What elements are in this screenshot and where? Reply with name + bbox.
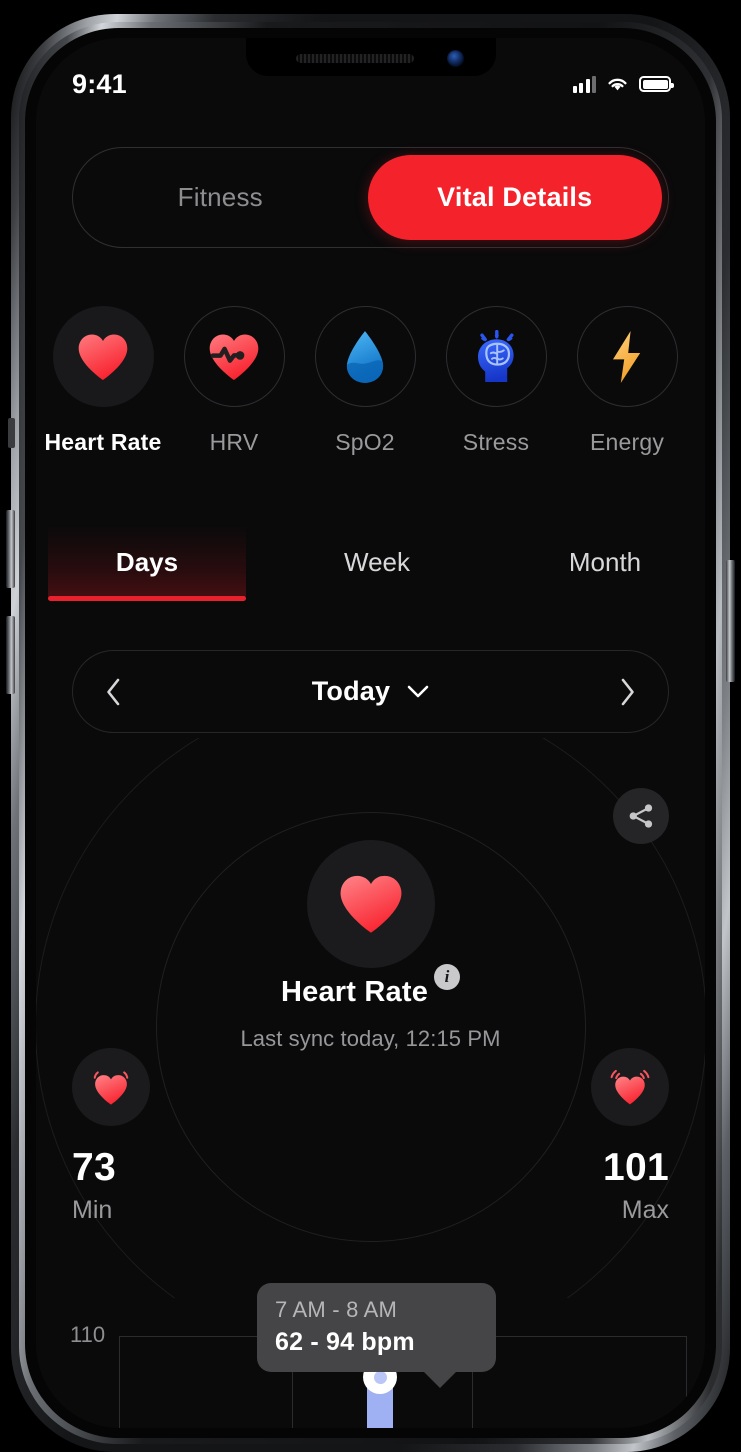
heart-max-icon: [610, 1069, 650, 1105]
metric-item-spo2[interactable]: SpO2: [298, 306, 432, 456]
phone-screen: 9:41 Fitness Vital Details Heart Rate HR…: [36, 38, 705, 1428]
tooltip-time-range: 7 AM - 8 AM: [275, 1297, 398, 1322]
tab-days[interactable]: Days: [48, 525, 246, 601]
metric-circle-hrv: [183, 306, 285, 407]
stat-max-icon-wrap: [591, 1048, 669, 1126]
date-navigator: Today: [72, 650, 669, 733]
tab-month[interactable]: Month: [506, 525, 704, 599]
toggle-option-fitness[interactable]: Fitness: [73, 148, 368, 247]
stat-max: 101 Max: [499, 1048, 669, 1225]
mute-switch-button[interactable]: [8, 418, 15, 448]
hero-title-row: Heart Rate i: [36, 964, 705, 1009]
battery-full-icon: [639, 76, 674, 92]
stat-max-value: 101: [603, 1146, 669, 1189]
screenshot-stage: 9:41 Fitness Vital Details Heart Rate HR…: [0, 0, 741, 1452]
tab-week[interactable]: Week: [278, 525, 476, 599]
app-root: 9:41 Fitness Vital Details Heart Rate HR…: [36, 38, 705, 1428]
date-label: Today: [311, 676, 391, 706]
info-icon[interactable]: i: [434, 964, 461, 990]
metric-label-heart-rate: Heart Rate: [44, 429, 162, 455]
lightning-bolt-icon: [613, 330, 641, 383]
metric-selector-row[interactable]: Heart Rate HRV SpO2 Stress Energy: [36, 306, 705, 506]
metric-label-stress: Stress: [462, 429, 530, 455]
front-camera-icon: [446, 50, 464, 67]
share-button[interactable]: [613, 788, 669, 844]
chevron-right-icon[interactable]: [619, 678, 636, 706]
metric-circle-energy: [576, 306, 678, 407]
chevron-left-icon[interactable]: [105, 678, 122, 706]
status-bar-time: 9:41: [72, 68, 127, 99]
hero-heart-icon-wrap: [306, 840, 435, 968]
metric-item-hrv[interactable]: HRV: [167, 306, 301, 456]
metric-label-spo2: SpO2: [335, 429, 395, 455]
vital-hero-card: Heart Rate i Last sync today, 12:15 PM 7…: [36, 738, 705, 1298]
metric-item-stress[interactable]: Stress: [429, 306, 563, 456]
volume-down-button[interactable]: [6, 616, 15, 694]
earpiece-speaker-icon: [295, 54, 414, 63]
heart-pulse-icon: [209, 334, 259, 380]
date-label-group[interactable]: Today: [312, 676, 430, 707]
metric-circle-stress: [445, 306, 547, 407]
metric-label-hrv: HRV: [209, 429, 259, 455]
metric-circle-heart-rate: [52, 306, 154, 407]
view-mode-toggle[interactable]: Fitness Vital Details: [72, 147, 669, 248]
cellular-signal-icon: [572, 75, 596, 93]
chart-tooltip: 7 AM - 8 AM 62 - 94 bpm: [257, 1283, 496, 1388]
notch: [245, 38, 496, 76]
tooltip-pointer: [423, 1371, 457, 1388]
power-button[interactable]: [726, 560, 735, 682]
stat-max-label: Max: [621, 1196, 669, 1224]
volume-up-button[interactable]: [6, 510, 15, 588]
toggle-option-vital-details[interactable]: Vital Details: [367, 155, 662, 240]
stat-min-label: Min: [72, 1196, 113, 1224]
metric-circle-spo2: [314, 306, 416, 407]
metric-item-heart-rate[interactable]: Heart Rate: [36, 306, 170, 456]
y-axis-tick-110: 110: [70, 1322, 106, 1347]
wifi-icon: [608, 78, 627, 91]
metric-item-energy[interactable]: Energy: [560, 306, 694, 456]
brain-head-icon: [478, 329, 514, 382]
heart-icon: [340, 875, 401, 933]
status-bar-indicators: [572, 75, 674, 93]
period-tab-bar[interactable]: Days Week Month: [36, 525, 705, 615]
page-title: Heart Rate: [280, 976, 429, 1008]
stat-min-icon-wrap: [72, 1048, 150, 1126]
stat-min: 73 Min: [72, 1048, 242, 1225]
chevron-down-icon[interactable]: [407, 685, 429, 698]
heart-min-icon: [93, 1071, 129, 1105]
stat-min-value: 73: [72, 1146, 116, 1189]
share-icon: [629, 804, 653, 828]
metric-label-energy: Energy: [589, 429, 665, 455]
heart-icon: [78, 334, 128, 380]
water-drop-icon: [346, 330, 384, 383]
tooltip-value-range: 62 - 94 bpm: [275, 1328, 415, 1356]
